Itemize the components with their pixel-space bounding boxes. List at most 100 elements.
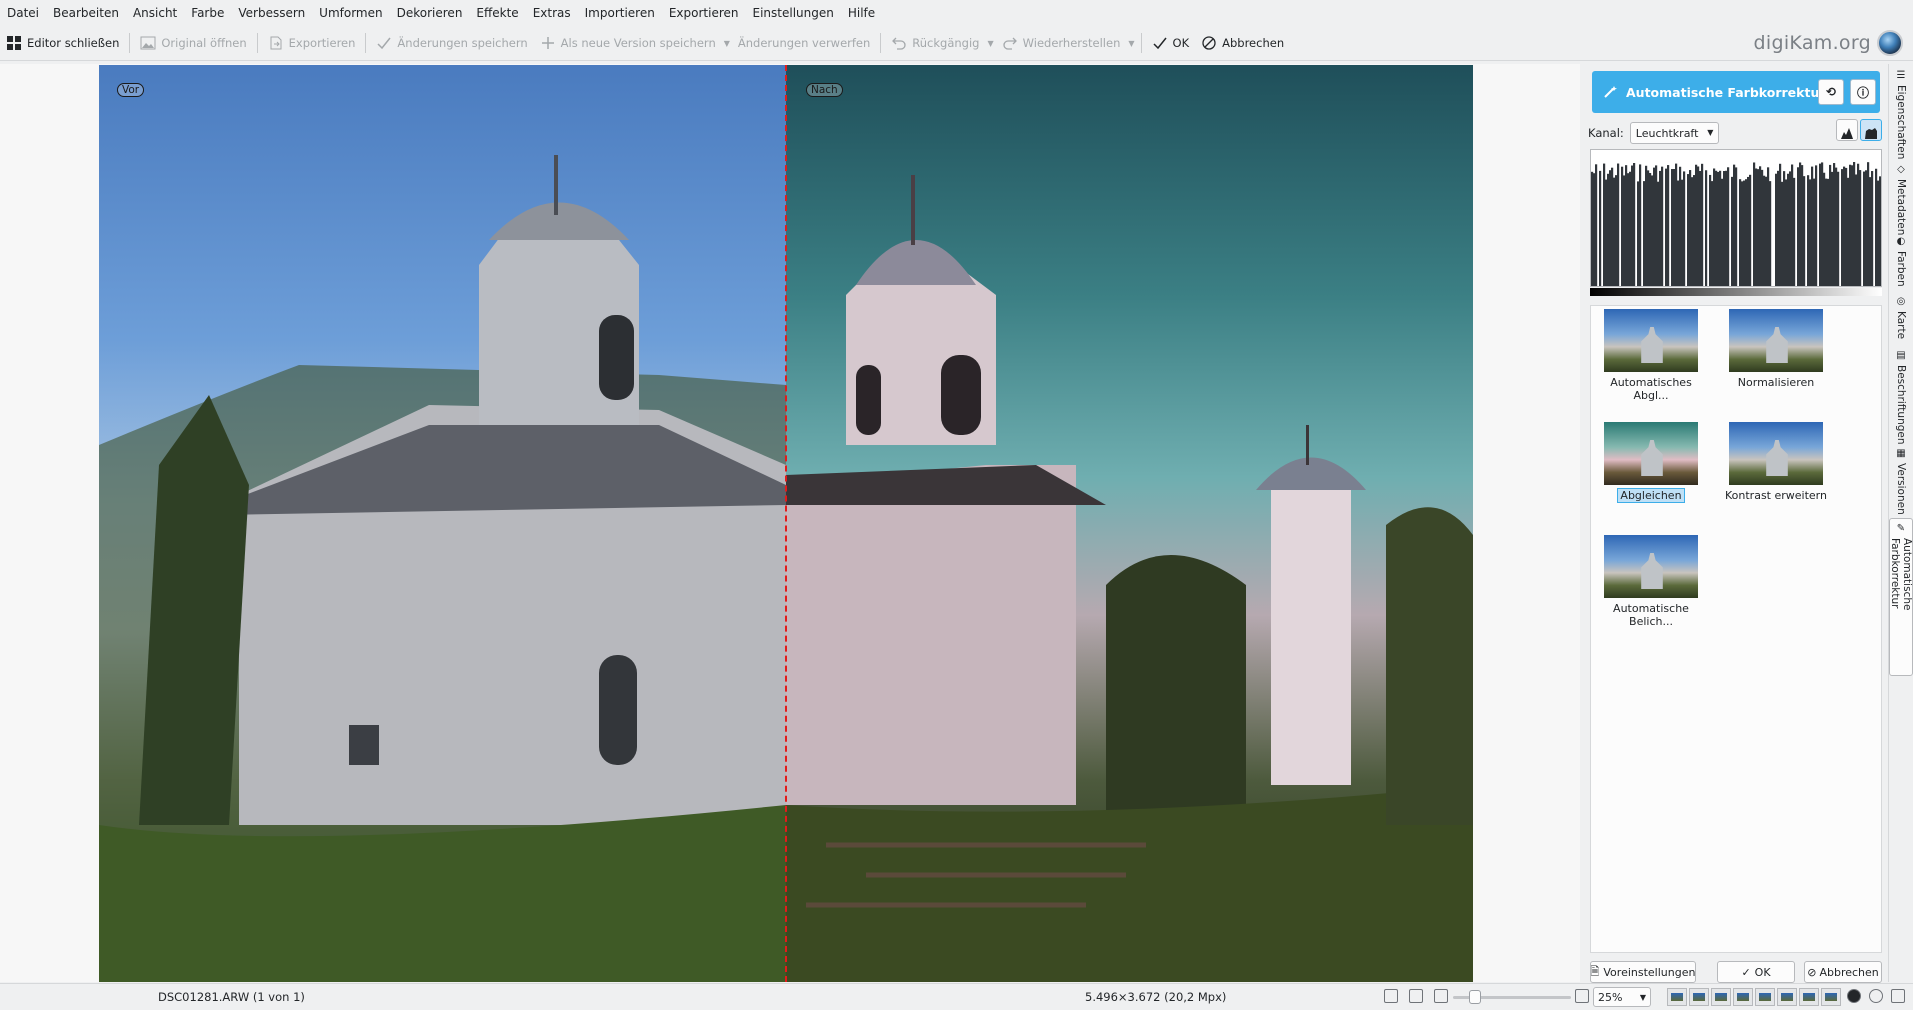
histogram-bar: [1875, 168, 1878, 286]
preset-item[interactable]: Kontrast erweitern: [1716, 422, 1836, 502]
histogram-bar: [1813, 178, 1816, 286]
histogram-bar: [1825, 178, 1828, 286]
actual-size-icon[interactable]: [1434, 989, 1448, 1003]
view-mode-button[interactable]: [1777, 988, 1797, 1006]
menu-verbessern[interactable]: Verbessern: [231, 0, 312, 26]
chevron-down-icon: ▼: [1707, 128, 1714, 137]
chevron-down-icon[interactable]: ▼: [987, 39, 993, 48]
fit-to-window-icon[interactable]: [1409, 989, 1423, 1003]
zoom-to-selection-icon[interactable]: [1384, 989, 1398, 1003]
checkmark-icon: [1152, 35, 1168, 51]
under-exposure-indicator-icon[interactable]: [1869, 989, 1883, 1003]
chevron-down-icon[interactable]: ▼: [724, 39, 730, 48]
view-mode-button[interactable]: [1667, 988, 1687, 1006]
digikam-logo-icon: [1877, 30, 1903, 56]
cancel-button[interactable]: Abbrechen: [1195, 28, 1290, 58]
reset-settings-button[interactable]: ⟲: [1818, 79, 1844, 105]
view-mode-button[interactable]: [1799, 988, 1819, 1006]
preset-item[interactable]: Automatische Belich...: [1591, 535, 1711, 628]
view-mode-button[interactable]: [1755, 988, 1775, 1006]
menu-bar: Datei Bearbeiten Ansicht Farbe Verbesser…: [0, 0, 1913, 26]
histogram-bar: [1843, 166, 1846, 286]
view-mode-button[interactable]: [1689, 988, 1709, 1006]
menu-dekorieren[interactable]: Dekorieren: [390, 0, 470, 26]
histogram-bar: [1603, 163, 1606, 286]
panel-footer: 🗎 Voreinstellungen ✓ OK ⊘ Abbrechen: [1590, 961, 1882, 983]
histogram-bar: [1743, 180, 1746, 286]
menu-datei[interactable]: Datei: [0, 0, 46, 26]
tool-header: Automatische Farbkorrektur ⟲ ⓘ: [1592, 71, 1880, 113]
menu-extras[interactable]: Extras: [526, 0, 578, 26]
save-changes-button[interactable]: Änderungen speichern: [370, 28, 533, 58]
export-label: Exportieren: [288, 36, 356, 50]
close-editor-button[interactable]: Editor schließen: [0, 28, 125, 58]
tag-icon: ◇: [1895, 164, 1907, 175]
tab-automatische-farbkorrektur[interactable]: ✎ Automatische Farbkorrektur: [1889, 518, 1913, 676]
menu-farbe[interactable]: Farbe: [184, 0, 231, 26]
preset-preview-list: Automatisches Abgl... Normalisieren Abgl…: [1590, 305, 1882, 953]
preset-item[interactable]: Automatisches Abgl...: [1591, 309, 1711, 402]
histogram-bar: [1819, 163, 1822, 286]
histogram-bar: [1809, 179, 1812, 286]
tab-metadaten[interactable]: ◇ Metadaten: [1889, 160, 1913, 235]
preset-item-selected[interactable]: Abgleichen: [1591, 422, 1711, 503]
menu-ansicht[interactable]: Ansicht: [126, 0, 184, 26]
tab-label: Metadaten: [1895, 179, 1907, 236]
image-canvas[interactable]: Vor Nach: [0, 64, 1580, 982]
tool-settings-panel: Automatische Farbkorrektur ⟲ ⓘ Kanal: Le…: [1582, 64, 1888, 983]
captions-icon: ▤: [1895, 350, 1907, 361]
after-label: Nach: [806, 83, 843, 97]
toolbar-separator: [1140, 33, 1142, 53]
histogram-bar: [1705, 170, 1708, 286]
export-button[interactable]: Exportieren: [262, 28, 362, 58]
view-mode-button[interactable]: [1821, 988, 1841, 1006]
tab-versionen[interactable]: ▦ Versionen: [1889, 444, 1913, 515]
menu-bearbeiten[interactable]: Bearbeiten: [46, 0, 126, 26]
panel-ok-button[interactable]: ✓ OK: [1717, 961, 1795, 983]
chevron-down-icon[interactable]: ▼: [1128, 39, 1134, 48]
tab-label: Versionen: [1895, 463, 1907, 515]
preset-item[interactable]: Normalisieren: [1716, 309, 1836, 389]
histogram-bar: [1605, 179, 1608, 286]
view-mode-button[interactable]: [1733, 988, 1753, 1006]
tab-eigenschaften[interactable]: ☰ Eigenschaften: [1889, 66, 1913, 159]
menu-umformen[interactable]: Umformen: [312, 0, 389, 26]
histogram-bar: [1833, 163, 1836, 286]
view-mode-button[interactable]: [1711, 988, 1731, 1006]
tab-karte[interactable]: ◎ Karte: [1889, 292, 1913, 342]
save-new-version-button[interactable]: Als neue Version speichern: [534, 28, 722, 58]
color-managed-view-icon[interactable]: [1891, 989, 1905, 1003]
panel-ok-label: OK: [1754, 965, 1771, 979]
menu-hilfe[interactable]: Hilfe: [841, 0, 882, 26]
before-after-divider[interactable]: [785, 65, 787, 982]
histogram-bar: [1787, 173, 1790, 286]
discard-changes-button[interactable]: Änderungen verwerfen: [732, 28, 876, 58]
info-button[interactable]: ⓘ: [1850, 79, 1876, 105]
menu-effekte[interactable]: Effekte: [469, 0, 525, 26]
undo-button[interactable]: Rückgängig: [885, 28, 985, 58]
undo-label: Rückgängig: [912, 36, 980, 50]
histogram-bar: [1869, 177, 1872, 286]
ok-button[interactable]: OK: [1146, 28, 1196, 58]
zoom-slider-handle[interactable]: [1469, 990, 1481, 1004]
linear-scale-button[interactable]: [1836, 119, 1858, 141]
log-scale-button[interactable]: [1860, 119, 1882, 141]
tab-label: Farben: [1895, 251, 1907, 287]
redo-button[interactable]: Wiederherstellen: [996, 28, 1127, 58]
menu-importieren[interactable]: Importieren: [578, 0, 662, 26]
menu-exportieren[interactable]: Exportieren: [662, 0, 746, 26]
histogram-bar: [1613, 177, 1616, 286]
histogram-bar: [1695, 164, 1698, 286]
panel-cancel-button[interactable]: ⊘ Abbrechen: [1804, 961, 1882, 983]
channel-value: Leuchtkraft: [1635, 126, 1699, 140]
menu-einstellungen[interactable]: Einstellungen: [746, 0, 841, 26]
channel-select[interactable]: Leuchtkraft ▼: [1629, 122, 1720, 144]
zoom-level-field[interactable]: 25% ▼: [1593, 987, 1651, 1007]
presets-button[interactable]: 🗎 Voreinstellungen: [1590, 961, 1696, 983]
tab-beschriftungen[interactable]: ▤ Beschriftungen: [1889, 346, 1913, 445]
zoom-fit-icon[interactable]: [1575, 989, 1589, 1003]
open-original-button[interactable]: Original öffnen: [134, 28, 252, 58]
tab-farben[interactable]: ◐ Farben: [1889, 232, 1913, 290]
over-exposure-indicator-icon[interactable]: [1847, 989, 1861, 1003]
histogram-bar: [1753, 162, 1756, 286]
